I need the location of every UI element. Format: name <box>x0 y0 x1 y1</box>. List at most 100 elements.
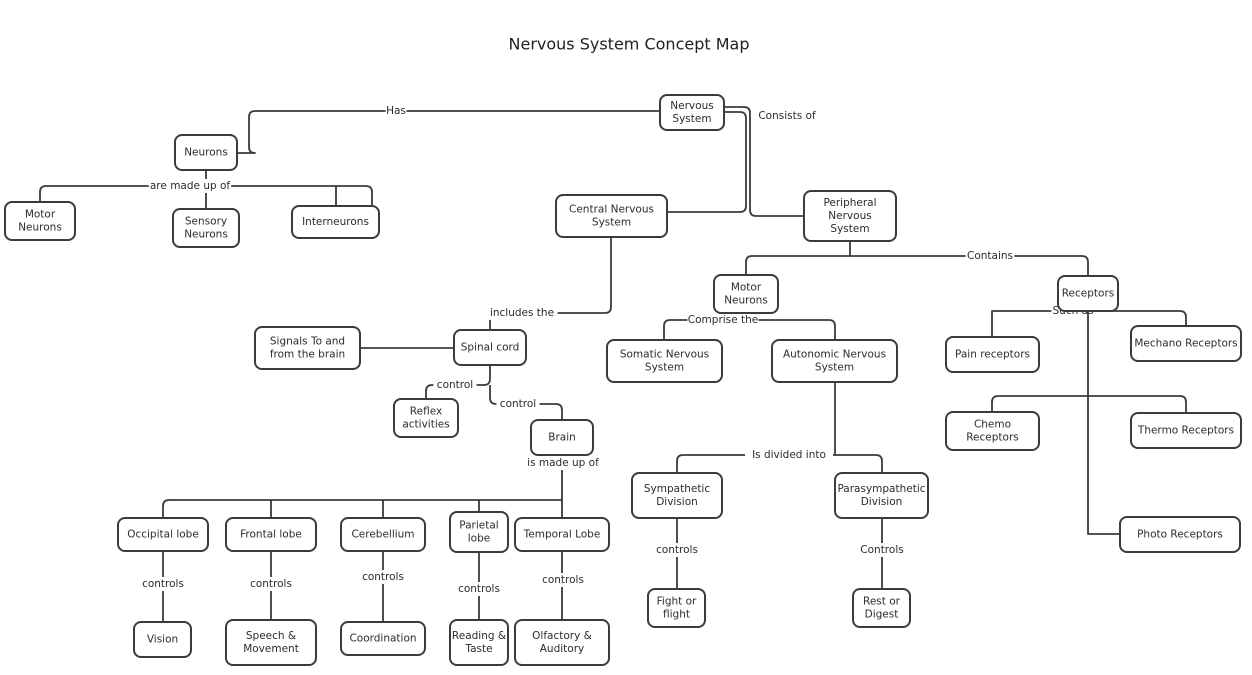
node-reflex_activities[interactable]: Reflex activities <box>393 398 459 438</box>
edge-e_controls_fight: controls <box>652 518 702 589</box>
edge-e_brain_lobes: is made up of <box>162 455 602 518</box>
node-label: Coordination <box>349 633 416 645</box>
edge-line <box>724 106 804 217</box>
node-occipital_lobe[interactable]: Occipital lobe <box>117 517 209 552</box>
edge-e_controls_rest: Controls <box>857 518 907 589</box>
node-label: Mechano Receptors <box>1134 338 1237 350</box>
node-label-line: Nervous <box>828 210 871 222</box>
node-somatic_nervous[interactable]: Somatic Nervous System <box>606 339 723 383</box>
node-label-line: Signals To and <box>270 336 345 348</box>
node-label-line: Neurons <box>184 147 228 159</box>
node-pain_receptors[interactable]: Pain receptors <box>945 336 1040 373</box>
edge-e_has: Has <box>237 104 660 154</box>
node-label-line: Division <box>656 496 698 508</box>
node-label: Vision <box>147 634 178 646</box>
node-central_nervous[interactable]: Central Nervous System <box>555 194 668 238</box>
node-olfactory_auditory[interactable]: Olfactory & Auditory <box>514 619 610 666</box>
node-fight_flight[interactable]: Fight or flight <box>647 588 706 628</box>
node-label: Rest or Digest <box>863 596 901 621</box>
node-label-line: from the brain <box>270 349 345 361</box>
node-label-line: lobe <box>468 533 490 545</box>
edge-label: Comprise the <box>688 314 758 326</box>
edge-label: controls <box>250 578 292 590</box>
node-label-line: Somatic Nervous <box>620 349 709 361</box>
node-neurons[interactable]: Neurons <box>174 134 238 171</box>
node-label-line: Cerebellium <box>351 529 414 541</box>
node-label-line: Fight or <box>657 596 697 608</box>
node-label-line: Digest <box>865 609 899 621</box>
node-label: Neurons <box>184 147 228 159</box>
edge-e_comprise_the: Comprise the <box>663 313 836 340</box>
node-label: Pain receptors <box>955 349 1030 361</box>
node-receptors[interactable]: Receptors <box>1057 275 1119 312</box>
edge-e_chemo_thermo <box>991 395 1187 413</box>
node-cerebellium[interactable]: Cerebellium <box>340 517 426 552</box>
node-sensory_neurons[interactable]: Sensory Neurons <box>172 208 240 248</box>
node-speech_movement[interactable]: Speech & Movement <box>225 619 317 666</box>
node-frontal_lobe[interactable]: Frontal lobe <box>225 517 317 552</box>
node-label-line: Brain <box>548 432 576 444</box>
edge-e_parietal_reading: controls <box>454 552 504 620</box>
node-label-line: Mechano Receptors <box>1134 338 1237 350</box>
node-coordination[interactable]: Coordination <box>340 621 426 656</box>
node-thermo_receptors[interactable]: Thermo Receptors <box>1130 412 1242 449</box>
node-label-line: System <box>672 113 711 125</box>
node-label-line: Sensory <box>185 216 227 228</box>
edge-e_cereb_coord: controls <box>358 551 408 622</box>
node-label: Peripheral Nervous System <box>823 197 876 235</box>
node-label: Signals To and from the brain <box>270 336 345 361</box>
node-label-line: Autonomic Nervous <box>783 349 886 361</box>
node-parasympathetic[interactable]: Parasympathetic Division <box>834 472 929 519</box>
node-sympathetic[interactable]: Sympathetic Division <box>631 472 723 519</box>
node-label-line: System <box>830 223 869 235</box>
edge-label: controls <box>142 578 184 590</box>
node-label-line: Neurons <box>18 222 62 234</box>
node-label-line: Temporal Lobe <box>523 529 601 541</box>
edge-line <box>237 110 660 154</box>
edge-label: controls <box>656 544 698 556</box>
edge-label: controls <box>458 583 500 595</box>
page-title: Nervous System Concept Map <box>509 35 750 54</box>
node-label-line: Motor <box>731 282 762 294</box>
node-photo_receptors[interactable]: Photo Receptors <box>1119 516 1241 553</box>
node-nervous_system[interactable]: Nervous System <box>659 94 725 131</box>
node-label-line: Speech & <box>246 630 296 642</box>
node-label-line: Coordination <box>349 633 416 645</box>
node-label-line: Receptors <box>1062 288 1115 300</box>
edge-line <box>745 241 1089 276</box>
node-temporal_lobe[interactable]: Temporal Lobe <box>514 517 610 552</box>
node-label-line: Sympathetic <box>644 483 710 495</box>
node-label-line: Pain receptors <box>955 349 1030 361</box>
edge-e_occipital_vision: controls <box>138 551 188 622</box>
node-rest_digest[interactable]: Rest or Digest <box>852 588 911 628</box>
node-label-line: Receptors <box>966 432 1019 444</box>
node-label-line: Occipital lobe <box>127 529 199 541</box>
node-label-line: Auditory <box>540 643 585 655</box>
node-signals_brain[interactable]: Signals To and from the brain <box>254 326 361 370</box>
node-label-line: Nervous <box>670 100 713 112</box>
node-autonomic_nervous[interactable]: Autonomic Nervous System <box>771 339 898 383</box>
node-label: Photo Receptors <box>1137 529 1223 541</box>
node-label-line: Reading & <box>452 630 506 642</box>
node-label-line: Interneurons <box>302 216 369 228</box>
node-motor_neurons_pns[interactable]: Motor Neurons <box>713 274 779 314</box>
node-vision[interactable]: Vision <box>133 621 192 658</box>
node-label-line: Neurons <box>724 295 768 307</box>
node-reading_taste[interactable]: Reading & Taste <box>449 619 509 666</box>
node-mechano_receptors[interactable]: Mechano Receptors <box>1130 325 1242 362</box>
node-label-line: Reflex <box>410 406 442 418</box>
edge-e_control_brain: control <box>489 385 563 420</box>
node-brain[interactable]: Brain <box>530 419 594 456</box>
edge-line <box>162 455 563 518</box>
node-label-line: Central Nervous <box>569 204 654 216</box>
node-label-line: Frontal lobe <box>240 529 302 541</box>
edge-label: Contains <box>967 250 1013 262</box>
node-parietal_lobe[interactable]: Parietal lobe <box>449 511 509 553</box>
node-label-line: System <box>592 217 631 229</box>
node-peripheral_nervous[interactable]: Peripheral Nervous System <box>803 190 897 242</box>
node-interneurons[interactable]: Interneurons <box>291 205 380 239</box>
node-chemo_receptors[interactable]: Chemo Receptors <box>945 411 1040 451</box>
node-spinal_cord[interactable]: Spinal cord <box>453 329 527 366</box>
edge-e_control_reflex: control <box>425 365 491 399</box>
node-motor_neurons_top[interactable]: Motor Neurons <box>4 201 76 241</box>
